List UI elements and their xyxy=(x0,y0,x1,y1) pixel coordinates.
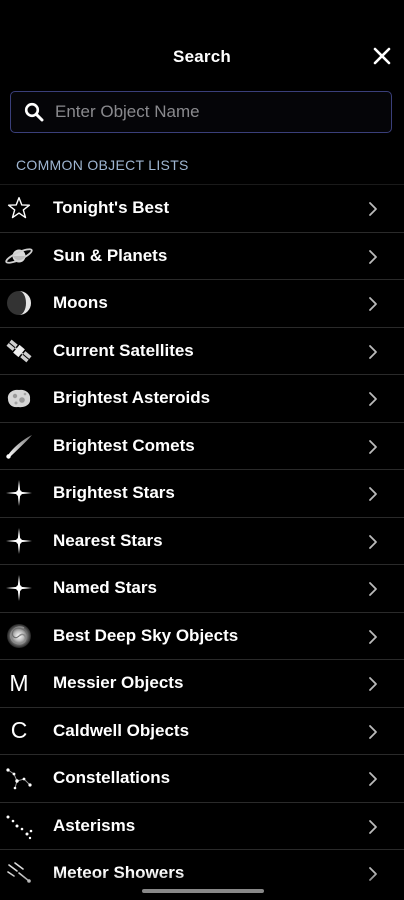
chevron-right-icon xyxy=(369,249,377,264)
star-outline-icon xyxy=(4,194,34,222)
chevron-right-icon xyxy=(369,677,377,691)
list-item-label: Current Satellites xyxy=(53,340,194,360)
list-item-best-deep-sky-objects[interactable]: Best Deep Sky Objects xyxy=(0,611,404,660)
list-item-current-satellites[interactable]: Current Satellites xyxy=(0,326,404,375)
list-item-label: Asterisms xyxy=(53,815,136,835)
star-sparkle-icon xyxy=(4,574,34,602)
list-item-label: Sun & Planets xyxy=(53,245,168,265)
star-sparkle-icon xyxy=(4,527,34,555)
list-item-moons[interactable]: Moons xyxy=(0,279,404,327)
list-item-caldwell-objects[interactable]: C Caldwell Objects xyxy=(0,706,404,755)
list-item-messier-objects[interactable]: M Messier Objects xyxy=(0,659,404,707)
search-icon xyxy=(24,102,44,122)
chevron-right-icon xyxy=(369,202,377,216)
chevron-right-icon xyxy=(369,867,377,881)
chevron-right-icon xyxy=(369,629,377,644)
messier-letter-icon: M xyxy=(9,669,29,696)
home-indicator[interactable] xyxy=(142,889,264,893)
satellite-icon xyxy=(4,337,34,365)
planet-icon xyxy=(4,242,34,270)
list-item-label: Messier Objects xyxy=(53,673,184,692)
search-box[interactable] xyxy=(10,91,392,133)
list-item-label: Constellations xyxy=(53,768,171,787)
chevron-right-icon xyxy=(369,772,377,786)
list-item-brightest-asteroids[interactable]: Brightest Asteroids xyxy=(0,374,404,422)
caldwell-letter-icon: C xyxy=(10,717,28,743)
list-item-label: Named Stars xyxy=(53,578,157,597)
list-item-label: Brightest Stars xyxy=(53,483,175,502)
list-item-label: Moons xyxy=(53,293,108,312)
list-item-label: Best Deep Sky Objects xyxy=(53,625,239,645)
list-item-label: Brightest Comets xyxy=(53,435,195,455)
star-sparkle-icon xyxy=(4,479,34,507)
list-item-tonights-best[interactable]: Tonight's Best xyxy=(0,184,404,232)
chevron-right-icon xyxy=(369,819,377,834)
list-item-brightest-stars[interactable]: Brightest Stars xyxy=(0,469,404,517)
list-item-label: Nearest Stars xyxy=(53,530,163,550)
list-item-sun-planets[interactable]: Sun & Planets xyxy=(0,231,404,280)
list-item-label: Caldwell Objects xyxy=(53,720,190,740)
close-button[interactable] xyxy=(370,44,394,68)
constellation-icon xyxy=(4,764,34,792)
comet-icon xyxy=(4,432,34,460)
chevron-right-icon xyxy=(369,724,377,739)
chevron-right-icon xyxy=(369,582,377,596)
section-heading: COMMON OBJECT LISTS xyxy=(16,157,189,173)
asterism-icon xyxy=(4,812,34,840)
list-item-asterisms[interactable]: Asterisms xyxy=(0,801,404,850)
asteroid-icon xyxy=(4,384,34,412)
chevron-right-icon xyxy=(369,344,377,359)
chevron-right-icon xyxy=(369,487,377,501)
header: Search xyxy=(0,0,404,90)
object-list: Tonight's Best Sun & Planets Moons Curre… xyxy=(0,184,404,897)
galaxy-icon xyxy=(4,622,34,650)
chevron-right-icon xyxy=(369,534,377,549)
list-item-label: Tonight's Best xyxy=(53,198,170,217)
list-item-named-stars[interactable]: Named Stars xyxy=(0,564,404,612)
page-title: Search xyxy=(173,47,231,66)
close-icon xyxy=(373,47,391,65)
moon-icon xyxy=(4,289,34,317)
list-item-label: Meteor Showers xyxy=(53,863,185,882)
list-item-nearest-stars[interactable]: Nearest Stars xyxy=(0,516,404,565)
list-item-brightest-comets[interactable]: Brightest Comets xyxy=(0,421,404,470)
chevron-right-icon xyxy=(369,392,377,406)
meteor-icon xyxy=(4,859,34,887)
chevron-right-icon xyxy=(369,297,377,311)
chevron-right-icon xyxy=(369,439,377,454)
search-input[interactable] xyxy=(55,92,381,131)
list-item-constellations[interactable]: Constellations xyxy=(0,754,404,802)
list-item-label: Brightest Asteroids xyxy=(53,388,211,407)
